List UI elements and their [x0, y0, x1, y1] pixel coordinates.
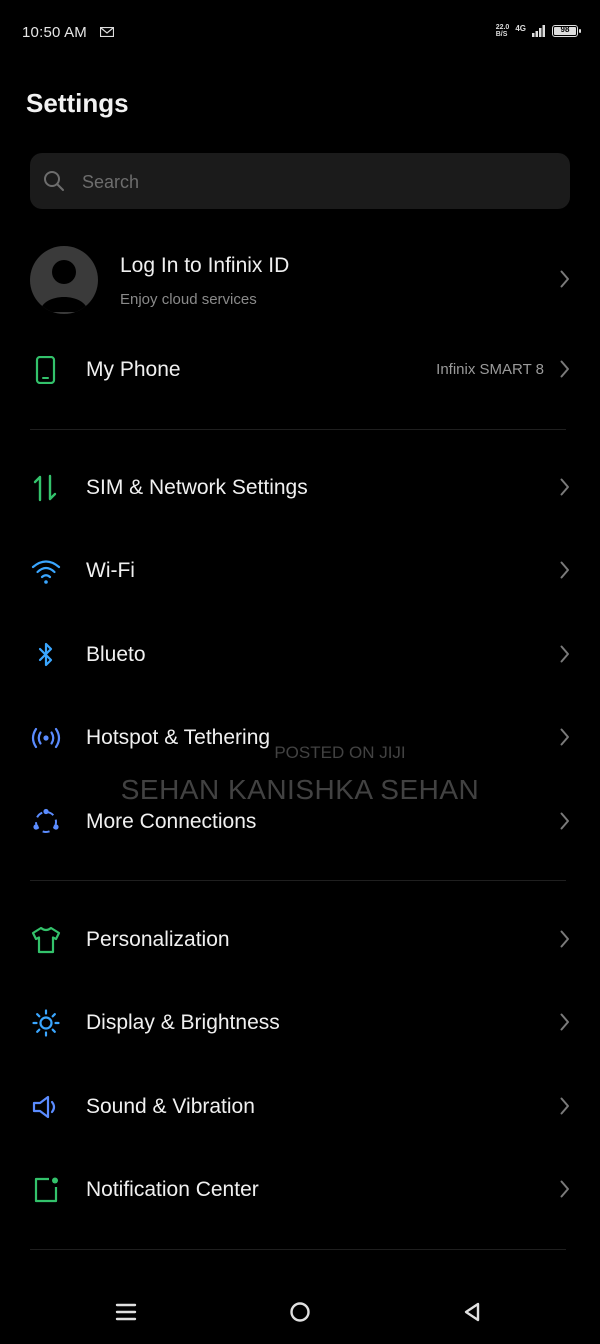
- chevron-right-icon: [560, 270, 569, 288]
- navigation-bar: [0, 1280, 600, 1344]
- settings-item-personalization[interactable]: Personalization: [0, 900, 600, 980]
- settings-item-label: My Phone: [86, 358, 181, 381]
- settings-item-my-phone[interactable]: My Phone Infinix SMART 8: [0, 330, 600, 410]
- back-icon: [464, 1302, 480, 1322]
- divider: [30, 1249, 566, 1250]
- hotspot-icon: [31, 727, 61, 749]
- sun-icon: [32, 1009, 60, 1037]
- chevron-right-icon: [560, 561, 569, 579]
- settings-item-bluetooth[interactable]: Blueto: [0, 615, 600, 695]
- search-input[interactable]: [80, 153, 554, 211]
- search-icon: [44, 171, 64, 191]
- page-title: Settings: [26, 88, 129, 118]
- settings-item-label: Display & Brightness: [86, 1011, 280, 1034]
- settings-item-display[interactable]: Display & Brightness: [0, 983, 600, 1063]
- avatar: [30, 246, 98, 314]
- settings-item-hotspot[interactable]: Hotspot & Tethering: [0, 698, 600, 778]
- settings-item-label: Personalization: [86, 928, 230, 951]
- network-speed: 22.0 B/S: [495, 24, 510, 38]
- account-subtitle: Enjoy cloud services: [120, 291, 257, 308]
- network-type: 4G: [515, 23, 526, 33]
- battery-level: 98: [560, 25, 570, 34]
- settings-item-label: SIM & Network Settings: [86, 476, 308, 499]
- chevron-right-icon: [560, 478, 569, 496]
- chevron-right-icon: [560, 728, 569, 746]
- settings-item-label: Wi-Fi: [86, 559, 135, 582]
- divider: [30, 880, 566, 881]
- chevron-right-icon: [560, 1180, 569, 1198]
- connections-icon: [33, 808, 59, 833]
- settings-item-sound[interactable]: Sound & Vibration: [0, 1067, 600, 1147]
- divider: [30, 429, 566, 430]
- phone-icon: [35, 356, 56, 384]
- settings-item-label: More Connections: [86, 810, 257, 833]
- chevron-right-icon: [560, 1097, 569, 1115]
- settings-item-label: Blueto: [86, 643, 146, 666]
- menu-icon: [115, 1303, 137, 1321]
- chevron-right-icon: [560, 645, 569, 663]
- status-indicators: 22.0 B/S 4G 98: [495, 23, 581, 38]
- status-time: 10:50 AM: [22, 24, 87, 41]
- shirt-icon: [31, 926, 61, 954]
- chevron-right-icon: [560, 360, 569, 378]
- chevron-right-icon: [560, 930, 569, 948]
- bluetooth-icon: [38, 642, 53, 667]
- settings-item-value: Infinix SMART 8: [436, 361, 544, 378]
- sim-network-icon: [33, 474, 57, 502]
- chevron-right-icon: [560, 812, 569, 830]
- settings-item-label: Hotspot & Tethering: [86, 726, 271, 749]
- settings-item-label: Notification Center: [86, 1178, 259, 1201]
- notification-icon: [34, 1177, 58, 1203]
- speaker-icon: [32, 1095, 56, 1119]
- signal-icon: [532, 25, 545, 37]
- home-icon: [290, 1302, 310, 1322]
- settings-item-notification[interactable]: Notification Center: [0, 1150, 600, 1230]
- recents-button[interactable]: [112, 1298, 140, 1326]
- account-title: Log In to Infinix ID: [120, 254, 290, 277]
- status-bar: 10:50 AM 22.0 B/S 4G 98: [0, 0, 600, 66]
- account-row[interactable]: Log In to Infinix ID Enjoy cloud service…: [0, 240, 600, 320]
- back-button[interactable]: [458, 1298, 486, 1326]
- settings-item-sim-network[interactable]: SIM & Network Settings: [0, 448, 600, 528]
- home-button[interactable]: [286, 1298, 314, 1326]
- search-bar[interactable]: [30, 153, 570, 211]
- settings-item-label: Sound & Vibration: [86, 1095, 255, 1118]
- wifi-icon: [31, 560, 61, 584]
- message-icon: [100, 27, 114, 37]
- user-icon: [40, 260, 88, 312]
- settings-item-wifi[interactable]: Wi-Fi: [0, 531, 600, 611]
- chevron-right-icon: [560, 1013, 569, 1031]
- settings-item-more-connections[interactable]: More Connections: [0, 782, 600, 862]
- battery-icon: 98: [552, 25, 581, 37]
